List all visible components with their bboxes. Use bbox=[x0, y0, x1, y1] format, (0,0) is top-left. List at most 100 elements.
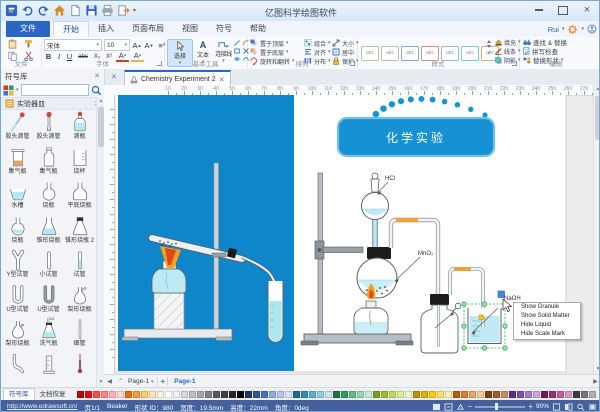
pan-tool-icon[interactable] bbox=[588, 403, 597, 411]
palette-color[interactable] bbox=[237, 391, 244, 398]
account-name[interactable]: Rui bbox=[548, 25, 559, 34]
arrange-item-4[interactable]: 对齐▾ bbox=[304, 48, 331, 56]
palette-color[interactable] bbox=[125, 391, 132, 398]
symbol-试管[interactable]: 试管 bbox=[64, 248, 95, 281]
palette-color[interactable] bbox=[381, 391, 388, 398]
library-picker-icon[interactable] bbox=[3, 85, 14, 96]
palette-color[interactable] bbox=[525, 391, 532, 398]
hcl-label[interactable]: HCl bbox=[385, 176, 395, 182]
palette-color[interactable] bbox=[589, 391, 596, 398]
palette-color[interactable] bbox=[461, 391, 468, 398]
symbol-集气瓶[interactable]: 集气瓶 bbox=[2, 145, 33, 178]
maximize-button[interactable] bbox=[551, 2, 575, 18]
decrease-font-icon[interactable]: A▼ bbox=[144, 41, 154, 50]
palette-color[interactable] bbox=[85, 391, 92, 398]
palette-color[interactable] bbox=[413, 391, 420, 398]
palette-color[interactable] bbox=[109, 391, 116, 398]
symbol-烧瓶[interactable]: 烧瓶 bbox=[33, 179, 64, 212]
style-dialog-launcher[interactable] bbox=[512, 61, 517, 66]
palette-color[interactable] bbox=[173, 391, 180, 398]
palette-color[interactable] bbox=[405, 391, 412, 398]
collapse-icon[interactable]: ⌃ bbox=[115, 378, 126, 385]
palette-color[interactable] bbox=[333, 391, 340, 398]
symbol-search-input[interactable] bbox=[21, 84, 89, 96]
symbol-烧瓶[interactable]: 烧瓶 bbox=[2, 214, 33, 247]
vertical-scrollbar-thumb[interactable] bbox=[595, 96, 600, 140]
arrange-item-1[interactable]: 置于底层▾ bbox=[250, 48, 295, 56]
menu-item-hide-scale-mark[interactable]: Hide Scale Mark bbox=[514, 330, 580, 339]
palette-color[interactable] bbox=[205, 391, 212, 398]
arrange-item-7[interactable]: 居中 bbox=[332, 48, 359, 56]
palette-color[interactable] bbox=[149, 391, 156, 398]
control-handle[interactable] bbox=[479, 315, 484, 320]
symbol-bent-tube[interactable] bbox=[2, 352, 33, 385]
help-icon[interactable] bbox=[587, 24, 597, 34]
tab-symbol[interactable]: 符号 bbox=[207, 21, 241, 37]
arrange-item-6[interactable]: 大小▾ bbox=[332, 39, 359, 47]
library-section-header[interactable]: 实验器皿 ✕ bbox=[1, 97, 104, 110]
font-dialog-launcher[interactable] bbox=[157, 61, 162, 66]
symbol-梨形烧瓶[interactable]: 梨形烧瓶 bbox=[64, 283, 95, 316]
palette-color[interactable] bbox=[573, 391, 580, 398]
font-name-select[interactable]: 宋体▾ bbox=[44, 39, 102, 51]
palette-color[interactable] bbox=[349, 391, 356, 398]
palette-color[interactable] bbox=[469, 391, 476, 398]
scroll-down-icon[interactable]: ▼ bbox=[594, 365, 600, 374]
close-library-icon[interactable]: ✕ bbox=[94, 72, 100, 80]
palette-color[interactable] bbox=[269, 391, 276, 398]
palette-color[interactable] bbox=[197, 391, 204, 398]
palette-color[interactable] bbox=[157, 391, 164, 398]
symbol-洗气瓶[interactable]: 洗气瓶 bbox=[33, 317, 64, 350]
palette-color[interactable] bbox=[133, 391, 140, 398]
palette-color[interactable] bbox=[445, 391, 452, 398]
palette-color[interactable] bbox=[485, 391, 492, 398]
zoom-in-button[interactable]: + bbox=[528, 403, 533, 411]
normal-view-icon[interactable] bbox=[432, 403, 441, 411]
symbol-U型试管[interactable]: U型试管 bbox=[33, 283, 64, 316]
symbol-梨形烧瓶[interactable]: 梨形烧瓶 bbox=[2, 317, 33, 350]
palette-color[interactable] bbox=[301, 391, 308, 398]
float-action-handle[interactable] bbox=[498, 291, 505, 298]
palette-color[interactable] bbox=[341, 391, 348, 398]
palette-color[interactable] bbox=[477, 391, 484, 398]
palette-color[interactable] bbox=[141, 391, 148, 398]
palette-color[interactable] bbox=[509, 391, 516, 398]
draw-rectangle-icon[interactable] bbox=[234, 48, 240, 54]
close-button[interactable]: × bbox=[575, 2, 599, 18]
symbol-水槽[interactable]: 水槽 bbox=[2, 179, 33, 212]
palette-color[interactable] bbox=[189, 391, 196, 398]
palette-color[interactable] bbox=[357, 391, 364, 398]
line-menu[interactable]: 线条▾ bbox=[495, 47, 521, 55]
fit-page-icon[interactable] bbox=[552, 403, 561, 411]
fill-menu[interactable]: 填充▾ bbox=[495, 38, 521, 46]
symbol-集气瓶[interactable]: 集气瓶 bbox=[33, 145, 64, 178]
scroll-pages-left-icon[interactable]: ◀ bbox=[104, 378, 115, 385]
tab-insert[interactable]: 插入 bbox=[89, 21, 123, 37]
palette-color[interactable] bbox=[117, 391, 124, 398]
palette-color[interactable] bbox=[165, 391, 172, 398]
symbol-锥形烧瓶[interactable]: 锥形烧瓶 bbox=[33, 214, 64, 247]
page-tab-active[interactable]: Page-1 bbox=[170, 378, 199, 385]
palette-color[interactable] bbox=[253, 391, 260, 398]
spell-check-button[interactable]: 拼写检查 bbox=[523, 47, 567, 55]
tab-home[interactable]: 开始 bbox=[53, 21, 89, 37]
tab-page-layout[interactable]: 页面布局 bbox=[123, 21, 173, 37]
symbol-细管[interactable]: 细管 bbox=[64, 317, 95, 350]
palette-color[interactable] bbox=[285, 391, 292, 398]
format-painter-icon[interactable] bbox=[23, 39, 34, 49]
tab-file[interactable]: 文件 bbox=[6, 21, 50, 37]
palette-color[interactable] bbox=[389, 391, 396, 398]
menu-item-show-solid-matter[interactable]: Show Solid Matter bbox=[514, 312, 580, 321]
palette-color[interactable] bbox=[213, 391, 220, 398]
full-screen-icon[interactable] bbox=[456, 403, 465, 411]
symbol-thermometer[interactable] bbox=[64, 352, 95, 385]
panel-tab-document-recovery[interactable]: 文档恢复 bbox=[35, 389, 71, 401]
palette-color[interactable] bbox=[77, 391, 84, 398]
tab-view[interactable]: 视图 bbox=[173, 21, 207, 37]
zoom-out-button[interactable]: − bbox=[468, 403, 473, 411]
zoom-slider-thumb[interactable] bbox=[495, 403, 498, 410]
palette-color[interactable] bbox=[565, 391, 572, 398]
palette-color[interactable] bbox=[325, 391, 332, 398]
palette-color[interactable] bbox=[517, 391, 524, 398]
scroll-up-icon[interactable]: ▲ bbox=[594, 85, 600, 94]
